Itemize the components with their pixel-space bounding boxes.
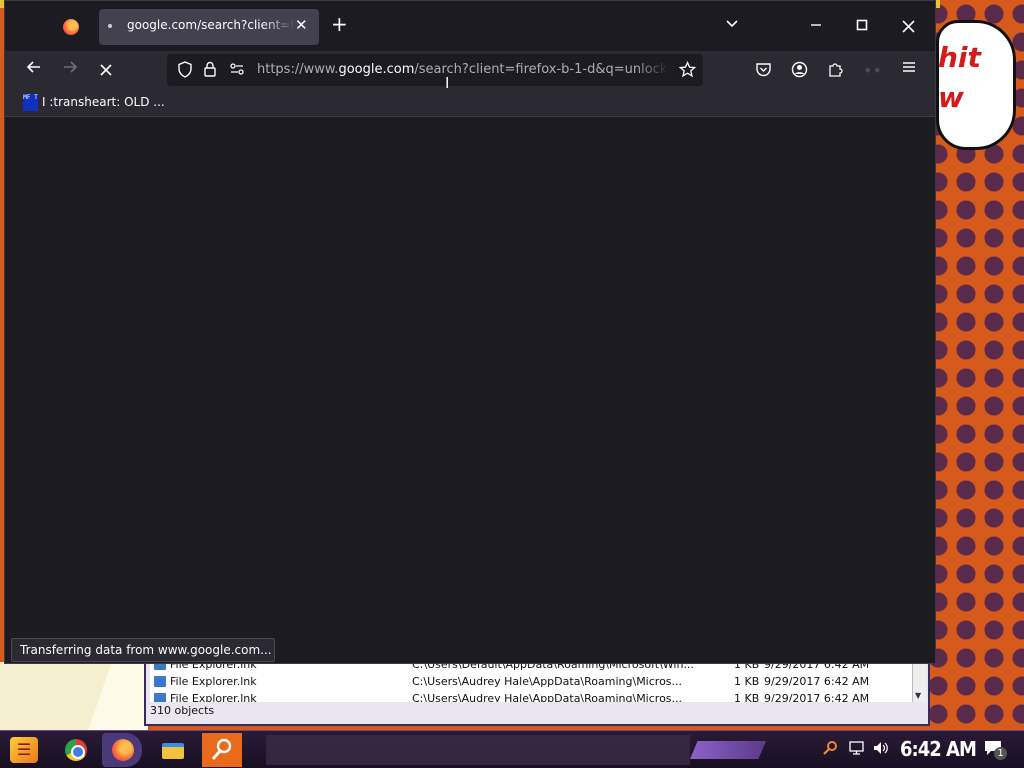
extensions-icon[interactable] bbox=[827, 61, 844, 82]
menu-icon[interactable] bbox=[901, 59, 917, 80]
overflow-icon[interactable]: •• bbox=[863, 61, 882, 80]
taskbar-search-button[interactable] bbox=[202, 733, 242, 767]
taskbar-window-preview[interactable] bbox=[266, 735, 690, 765]
minimize-button[interactable] bbox=[793, 11, 839, 41]
chevron-down-icon[interactable] bbox=[725, 15, 739, 34]
url-path: /search?client=firefox-b-1-d&q=unlocked bbox=[414, 62, 669, 77]
shield-icon[interactable] bbox=[177, 61, 193, 82]
wallpaper-speech-text: hit w bbox=[938, 41, 981, 114]
pinned-tab-firefox[interactable] bbox=[55, 13, 89, 43]
firefox-window: google.com/search?client=firefox-b-1-d&q… bbox=[4, 0, 936, 664]
status-panel: Transferring data from www.google.com... bbox=[11, 638, 275, 662]
back-button[interactable] bbox=[19, 57, 49, 83]
stop-loading-button[interactable] bbox=[91, 57, 121, 83]
maximize-button[interactable] bbox=[839, 11, 885, 41]
explorer-status-text: 310 objects bbox=[150, 704, 215, 717]
file-list[interactable]: File Explorer.lnk C:\Users\Default\AppDa… bbox=[150, 662, 914, 702]
url-bar[interactable]: https://www.google.com/search?client=fir… bbox=[167, 54, 703, 92]
table-row[interactable]: File Explorer.lnk C:\Users\Audrey Hale\A… bbox=[150, 690, 914, 702]
shortcut-icon bbox=[154, 676, 166, 687]
forward-button[interactable] bbox=[55, 57, 85, 83]
taskbar-file-explorer-button[interactable] bbox=[152, 733, 192, 767]
firefox-icon bbox=[63, 19, 79, 35]
volume-icon[interactable] bbox=[872, 740, 890, 760]
permissions-icon[interactable] bbox=[229, 61, 245, 81]
notification-count-badge: 1 bbox=[994, 747, 1007, 760]
page-content[interactable]: Transferring data from www.google.com... bbox=[5, 118, 935, 663]
network-icon[interactable] bbox=[848, 740, 866, 760]
file-name: File Explorer.lnk bbox=[170, 675, 257, 688]
taskbar-firefox-button[interactable] bbox=[102, 733, 142, 767]
file-explorer-window[interactable]: File Explorer.lnk C:\Users\Default\AppDa… bbox=[144, 660, 930, 726]
taskbar: ☰ 6:42 AM 1 bbox=[0, 730, 1024, 768]
loading-indicator-icon bbox=[108, 24, 112, 28]
tab-strip: google.com/search?client=firefox-b-1-d&q… bbox=[5, 1, 935, 51]
file-size: 1 KB bbox=[734, 675, 760, 688]
magnifier-icon bbox=[210, 737, 234, 768]
url-text[interactable]: https://www.google.com/search?client=fir… bbox=[257, 62, 669, 77]
file-name: File Explorer.lnk bbox=[170, 692, 257, 702]
new-tab-button[interactable]: + bbox=[331, 14, 348, 34]
lock-icon[interactable] bbox=[203, 61, 217, 82]
url-domain: google.com bbox=[338, 62, 415, 77]
bookmark-favicon-icon: MF T bbox=[23, 94, 38, 111]
taskbar-chrome-button[interactable] bbox=[56, 733, 96, 767]
close-window-button[interactable] bbox=[885, 11, 931, 41]
firefox-icon bbox=[112, 739, 134, 761]
scroll-down-icon[interactable]: ▼ bbox=[915, 691, 921, 700]
vertical-scrollbar[interactable]: ▼ bbox=[912, 662, 926, 702]
shortcut-icon bbox=[154, 693, 166, 702]
bookmark-label: I :transheart: OLD ... bbox=[42, 95, 165, 109]
taskbar-decoration bbox=[690, 741, 766, 759]
bookmarks-toolbar: MF T I :transheart: OLD ... bbox=[5, 89, 935, 117]
file-date: 9/29/2017 6:42 AM bbox=[764, 692, 870, 702]
search-icon[interactable] bbox=[822, 740, 838, 760]
tab-title: google.com/search?client=firefox-b-1-d&q… bbox=[127, 18, 295, 32]
pocket-icon[interactable] bbox=[755, 61, 772, 82]
file-date: 9/29/2017 6:42 AM bbox=[764, 675, 870, 688]
url-prefix: https://www. bbox=[257, 62, 339, 77]
file-path: C:\Users\Audrey Hale\AppData\Roaming\Mic… bbox=[412, 675, 683, 688]
taskbar-clock[interactable]: 6:42 AM bbox=[900, 737, 977, 761]
folder-icon bbox=[162, 743, 184, 759]
start-button[interactable]: ☰ bbox=[10, 737, 38, 763]
table-row[interactable]: File Explorer.lnk C:\Users\Audrey Hale\A… bbox=[150, 673, 914, 690]
file-size: 1 KB bbox=[734, 692, 760, 702]
tab-close-icon[interactable]: ✕ bbox=[295, 16, 308, 34]
star-icon[interactable] bbox=[678, 60, 697, 82]
account-icon[interactable] bbox=[791, 61, 808, 82]
file-path: C:\Users\Audrey Hale\AppData\Roaming\Mic… bbox=[412, 692, 683, 702]
active-tab[interactable]: google.com/search?client=firefox-b-1-d&q… bbox=[99, 9, 319, 45]
chrome-icon bbox=[65, 739, 87, 761]
navigation-toolbar: https://www.google.com/search?client=fir… bbox=[5, 51, 935, 92]
